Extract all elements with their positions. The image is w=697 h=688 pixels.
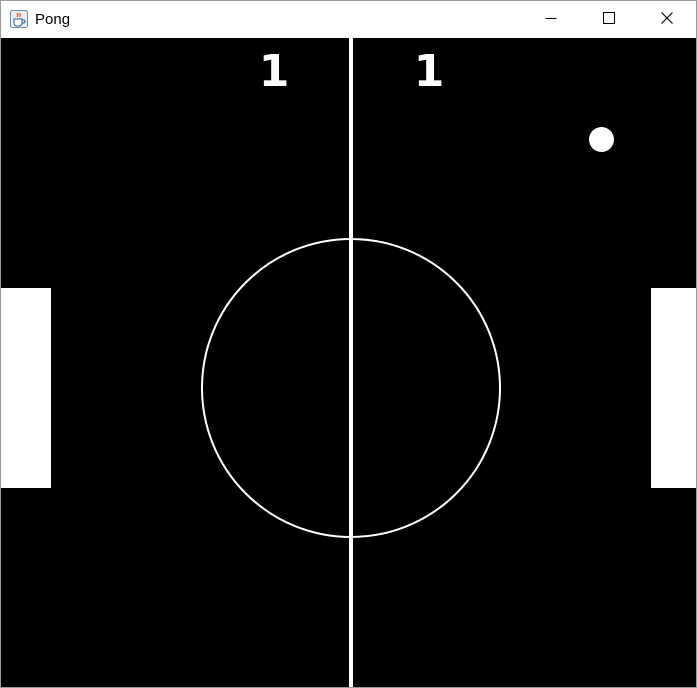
score-right: 1 [413,46,445,97]
app-window: Pong 1 1 [0,0,697,688]
java-cup-icon [10,10,28,28]
right-paddle [651,288,696,488]
close-button[interactable] [638,1,696,38]
maximize-icon [603,11,615,29]
maximize-button[interactable] [580,1,638,38]
game-canvas[interactable]: 1 1 [1,38,696,687]
minimize-button[interactable] [522,1,580,38]
minimize-icon [545,11,557,29]
close-icon [661,11,673,29]
left-paddle [1,288,51,488]
score-left: 1 [258,46,290,97]
ball [589,127,614,152]
window-title: Pong [35,11,71,28]
center-line [349,38,353,687]
title-bar[interactable]: Pong [1,1,696,38]
